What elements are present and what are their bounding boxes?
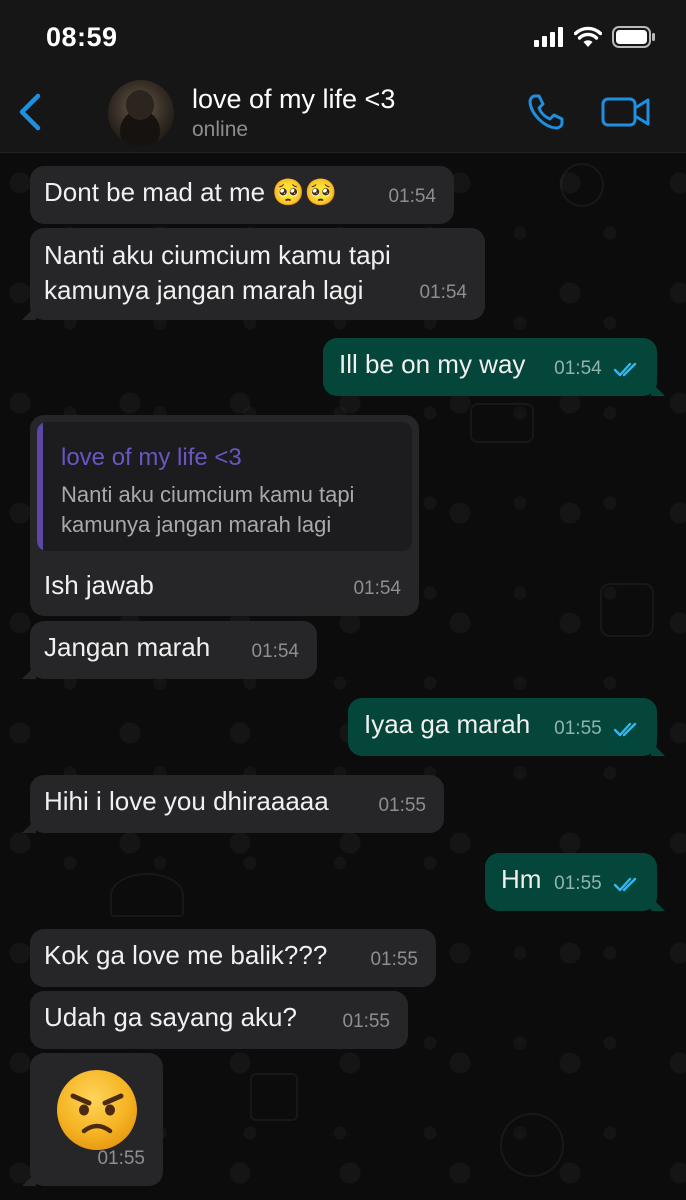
wifi-icon xyxy=(574,26,602,47)
chat-area[interactable]: Dont be mad at me 🥺🥺 01:54 Nanti aku ciu… xyxy=(0,153,686,1200)
contact-name[interactable]: love of my life <3 xyxy=(192,84,395,115)
bubble-tail xyxy=(22,1172,36,1186)
message-incoming-reply[interactable]: love of my life <3 Nanti aku ciumcium ka… xyxy=(30,415,419,616)
status-bar: 08:59 xyxy=(0,0,686,72)
wallpaper-doodle xyxy=(600,583,654,637)
message-time: 01:55 xyxy=(97,1148,145,1169)
message-incoming[interactable]: Jangan marah 01:54 xyxy=(22,621,317,679)
wallpaper-doodle xyxy=(560,163,604,207)
video-camera-icon xyxy=(601,97,650,127)
message-time: 01:55 xyxy=(554,873,602,894)
message-time: 01:55 xyxy=(370,949,418,970)
message-time: 01:54 xyxy=(554,358,602,379)
wallpaper-doodle xyxy=(250,1073,298,1121)
message-time: 01:54 xyxy=(388,186,436,207)
quoted-sender-name: love of my life <3 xyxy=(61,444,242,471)
message-time: 01:54 xyxy=(353,578,401,599)
chat-header: love of my life <3 online xyxy=(0,72,686,153)
quoted-message[interactable]: love of my life <3 Nanti aku ciumcium ka… xyxy=(37,422,412,551)
message-incoming[interactable]: Udah ga sayang aku? 01:55 xyxy=(30,991,408,1049)
message-time: 01:55 xyxy=(378,795,426,816)
status-time: 08:59 xyxy=(46,22,118,52)
message-text: Iyaa ga marah xyxy=(364,709,531,739)
message-text: Jangan marah xyxy=(44,632,211,662)
message-time: 01:54 xyxy=(251,641,299,662)
double-check-read-icon xyxy=(613,877,637,892)
message-incoming[interactable]: Nanti aku ciumcium kamu tapi kamunya jan… xyxy=(22,228,485,320)
phone-icon xyxy=(528,94,564,130)
quote-accent-bar xyxy=(37,422,43,551)
message-time: 01:55 xyxy=(554,718,602,739)
bubble-tail xyxy=(22,819,36,833)
chevron-left-icon xyxy=(19,93,41,131)
angry-face-emoji-icon xyxy=(57,1070,137,1150)
battery-icon xyxy=(612,26,655,48)
quoted-text: Nanti aku ciumcium kamu tapi kamunya jan… xyxy=(61,482,355,537)
contact-avatar[interactable] xyxy=(108,80,174,146)
contact-status: online xyxy=(192,118,249,141)
message-outgoing[interactable]: Ill be on my way 01:54 xyxy=(323,338,665,396)
double-check-read-icon xyxy=(613,722,637,737)
message-incoming[interactable]: Kok ga love me balik??? 01:55 xyxy=(30,929,436,987)
message-time: 01:54 xyxy=(419,282,467,303)
message-time: 01:55 xyxy=(342,1011,390,1032)
wallpaper-doodle xyxy=(470,403,534,443)
back-button[interactable] xyxy=(16,92,44,137)
message-incoming[interactable]: Dont be mad at me 🥺🥺 01:54 xyxy=(30,166,454,224)
message-text: Hihi i love you dhiraaaaa xyxy=(44,786,329,816)
message-incoming[interactable]: Hihi i love you dhiraaaaa 01:55 xyxy=(22,775,444,833)
message-text: Kok ga love me balik??? xyxy=(44,940,328,970)
wallpaper-doodle xyxy=(110,873,184,917)
bubble-tail xyxy=(22,665,36,679)
status-icons xyxy=(534,24,656,50)
cellular-signal-icon xyxy=(534,27,563,47)
wallpaper-doodle xyxy=(500,1113,564,1177)
video-call-button[interactable] xyxy=(601,96,651,133)
double-check-read-icon xyxy=(613,362,637,377)
message-text: Nanti aku ciumcium kamu tapi kamunya jan… xyxy=(44,240,391,305)
bubble-tail xyxy=(651,742,665,756)
bubble-tail xyxy=(22,306,36,320)
message-text: Hm xyxy=(501,864,542,894)
message-incoming-sticker[interactable]: 01:55 xyxy=(22,1053,163,1186)
message-text: Ish jawab xyxy=(44,570,154,600)
bubble-tail xyxy=(651,897,665,911)
voice-call-button[interactable] xyxy=(526,92,566,137)
message-text: Udah ga sayang aku? xyxy=(44,1002,297,1032)
bubble-tail xyxy=(651,382,665,396)
message-outgoing[interactable]: Iyaa ga marah 01:55 xyxy=(348,698,665,756)
message-text: Dont be mad at me 🥺🥺 xyxy=(44,177,338,207)
message-outgoing[interactable]: Hm 01:55 xyxy=(485,853,665,911)
message-text: Ill be on my way xyxy=(339,349,526,379)
